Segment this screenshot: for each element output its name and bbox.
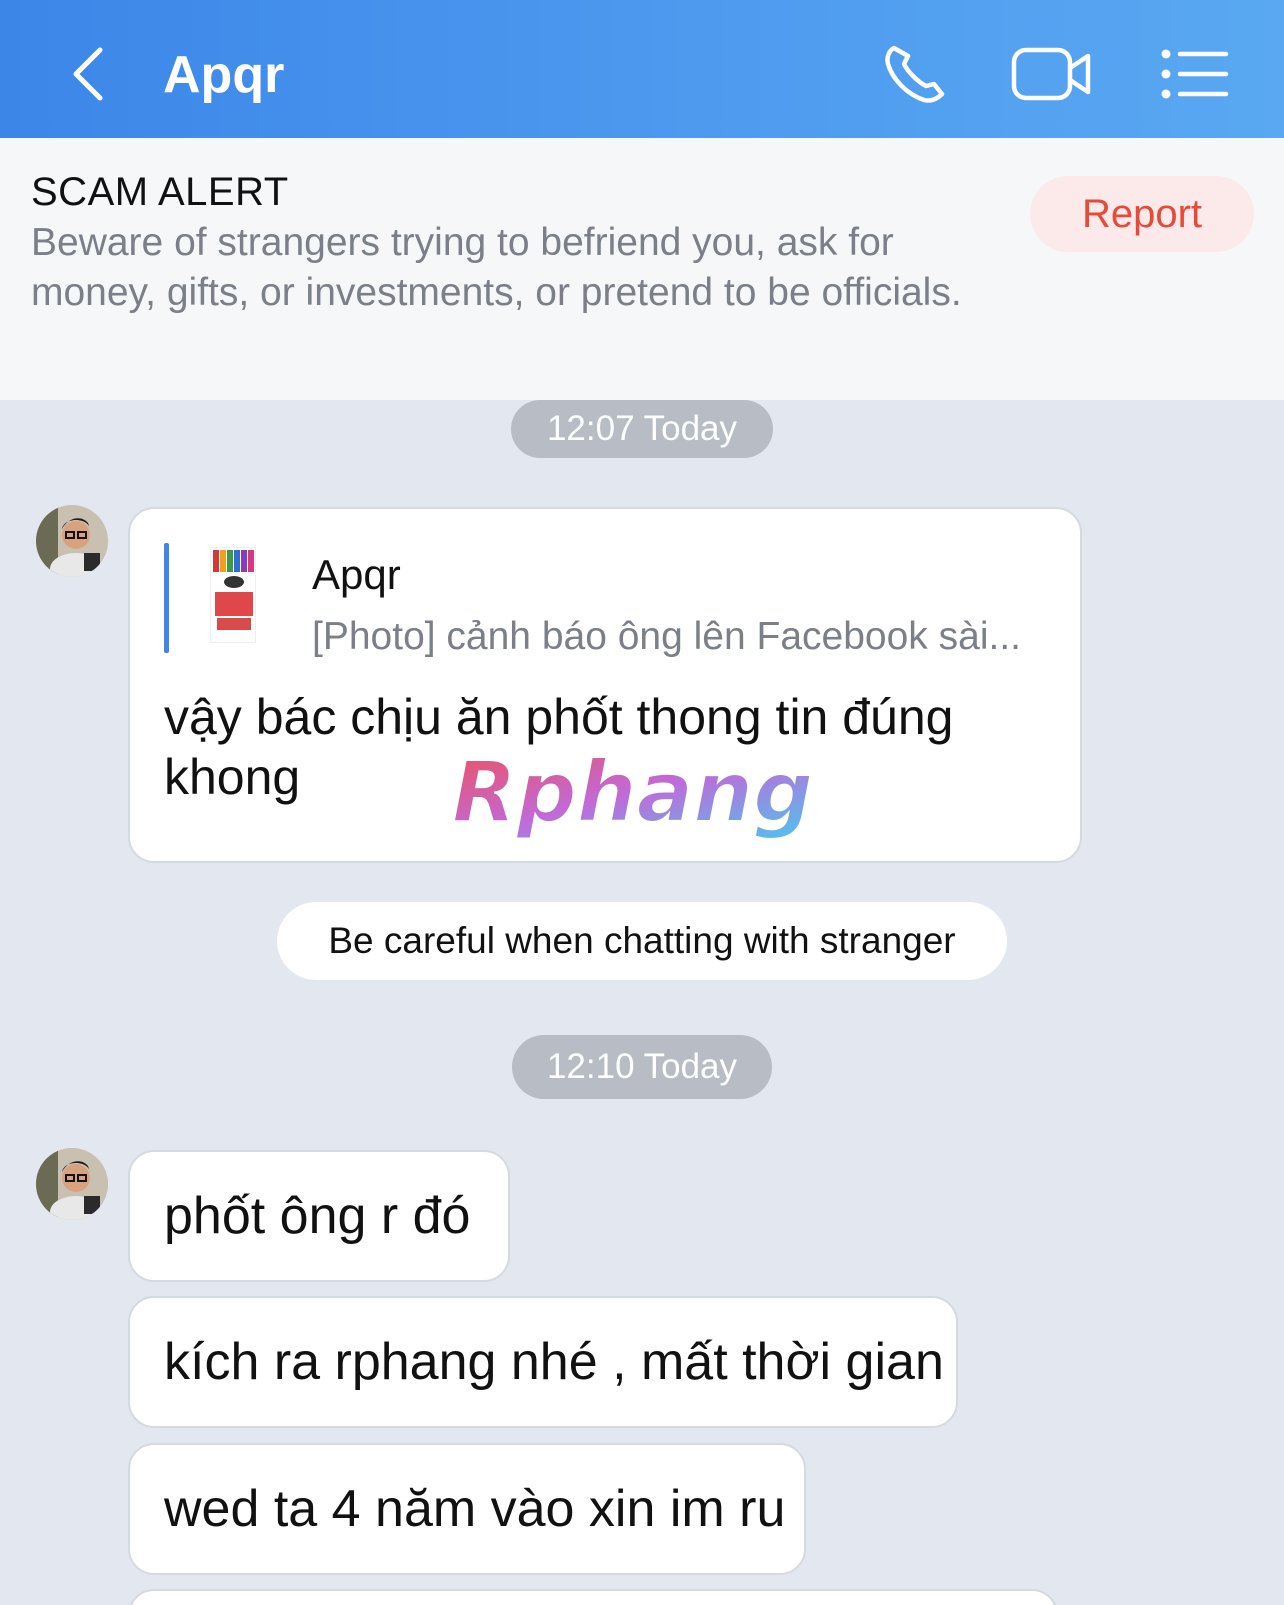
alert-body: Beware of strangers trying to befriend y…	[31, 221, 962, 314]
message-bubble-partial[interactable]	[128, 1589, 1058, 1605]
scam-alert-banner: SCAM ALERT Beware of strangers trying to…	[0, 138, 1284, 400]
avatar-photo	[36, 505, 108, 577]
video-camera-icon	[1011, 47, 1091, 101]
options-menu-button[interactable]	[1160, 40, 1230, 108]
rphang-watermark-logo: Rphang	[451, 745, 814, 842]
list-menu-icon	[1161, 49, 1229, 99]
message-bubble[interactable]: kích ra rphang nhé , mất thời gian	[128, 1296, 958, 1428]
watermark-text: Rphang	[452, 745, 813, 841]
stranger-warning-notice: Be careful when chatting with stranger	[277, 902, 1007, 980]
avatar[interactable]	[36, 1148, 108, 1220]
report-button[interactable]: Report	[1030, 176, 1254, 252]
video-call-button[interactable]	[1010, 40, 1096, 108]
chat-header: Apqr	[0, 0, 1284, 138]
avatar-photo	[36, 1148, 108, 1220]
quoted-photo-thumbnail[interactable]	[210, 547, 256, 643]
chevron-left-icon	[73, 47, 103, 101]
message-bubble[interactable]: wed ta 4 năm vào xin im ru	[128, 1443, 806, 1575]
photo-thumbnail-image	[213, 550, 254, 630]
timestamp-divider: 12:10 Today	[512, 1035, 772, 1099]
timestamp-divider: 12:07 Today	[511, 400, 773, 458]
quoted-message-snippet: [Photo] cảnh báo ông lên Facebook sài...	[312, 615, 1021, 658]
contact-name[interactable]: Apqr	[163, 44, 284, 106]
alert-title: SCAM ALERT	[31, 170, 289, 214]
quote-bar	[164, 543, 169, 653]
quoted-sender-name: Apqr	[312, 551, 401, 598]
reply-message-bubble[interactable]: Apqr [Photo] cảnh báo ông lên Facebook s…	[128, 507, 1082, 863]
phone-icon	[885, 45, 945, 103]
call-button[interactable]	[880, 40, 952, 108]
message-bubble[interactable]: phốt ông r đó	[128, 1150, 510, 1282]
avatar[interactable]	[36, 505, 108, 577]
back-button[interactable]	[62, 44, 122, 104]
